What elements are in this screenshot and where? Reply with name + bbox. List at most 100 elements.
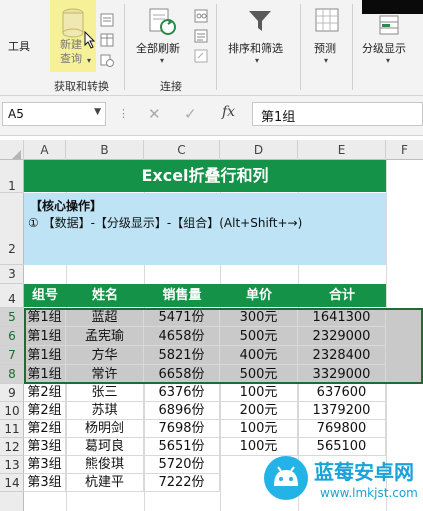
connections-icon[interactable] <box>194 8 208 27</box>
name-box-dropdown-icon[interactable]: ▼ <box>94 107 101 117</box>
row-header-14[interactable]: 14 <box>0 474 24 492</box>
column-header-d[interactable]: D <box>220 140 298 160</box>
table-cell[interactable]: 第2组 <box>24 402 66 420</box>
row-header-2[interactable]: 2 <box>0 193 24 265</box>
group-get-transform-label: 获取和转换 <box>54 80 109 93</box>
recent-sources-icon[interactable] <box>100 12 114 31</box>
row-header-10[interactable]: 10 <box>0 402 24 420</box>
table-cell[interactable]: 杨明剑 <box>66 420 144 438</box>
title-bar-fragment <box>362 0 423 14</box>
instruction-body[interactable]: ① 【数据】-【分级显示】-【组合】(Alt+Shift+→) <box>28 214 302 231</box>
column-header-c[interactable]: C <box>144 140 220 160</box>
enter-icon[interactable]: ✓ <box>184 105 197 123</box>
table-cell[interactable]: 6896份 <box>144 402 220 420</box>
formula-input[interactable]: 第1组 <box>252 102 423 126</box>
sort-filter-button[interactable]: 排序和筛选 <box>228 40 283 56</box>
refresh-all-icon <box>147 6 177 40</box>
forecast-button[interactable]: 预测 <box>314 40 336 56</box>
table-header-cell[interactable]: 组号 <box>24 284 66 307</box>
row-header-7[interactable]: 7 <box>0 346 24 365</box>
group-separator <box>300 4 301 90</box>
table-header-cell[interactable]: 单价 <box>220 284 298 307</box>
new-query-button[interactable]: 新建 查询 <box>60 38 82 66</box>
row-header-13[interactable]: 13 <box>0 456 24 474</box>
column-header-e[interactable]: E <box>298 140 386 160</box>
table-cell[interactable]: 5720份 <box>144 456 220 474</box>
row-header-8[interactable]: 8 <box>0 365 24 384</box>
table-cell[interactable]: 葛珂良 <box>66 438 144 456</box>
table-cell[interactable]: 杭建平 <box>66 474 144 492</box>
insert-function-icon[interactable]: fx <box>222 104 235 120</box>
selection-border <box>24 308 423 384</box>
cancel-icon[interactable]: ✕ <box>148 105 161 123</box>
edit-links-icon[interactable] <box>194 48 208 67</box>
table-cell[interactable]: 苏琪 <box>66 402 144 420</box>
watermark: 蓝莓安卓网 www.lmkjst.com <box>258 452 423 511</box>
table-cell[interactable]: 100元 <box>220 420 298 438</box>
table-cell[interactable]: 第3组 <box>24 438 66 456</box>
table-cell[interactable]: 第3组 <box>24 474 66 492</box>
table-cell[interactable]: 637600 <box>298 384 386 402</box>
sheet-title[interactable]: Excel折叠行和列 <box>24 160 386 192</box>
group-separator <box>352 4 353 90</box>
filter-icon <box>247 8 273 38</box>
refresh-all-button[interactable]: 全部刷新 <box>136 40 180 56</box>
row-header-9[interactable]: 9 <box>0 384 24 402</box>
outline-icon <box>378 14 400 40</box>
table-cell[interactable]: 张三 <box>66 384 144 402</box>
table-header-cell[interactable]: 合计 <box>298 284 386 307</box>
refresh-dropdown-icon[interactable]: ▾ <box>160 56 164 65</box>
forecast-dropdown-icon[interactable]: ▾ <box>324 56 328 65</box>
table-cell[interactable]: 7222份 <box>144 474 220 492</box>
row-header-11[interactable]: 11 <box>0 420 24 438</box>
row-header-4[interactable]: 4 <box>0 284 24 308</box>
new-query-icon <box>60 8 86 42</box>
forecast-icon <box>313 6 341 38</box>
watermark-logo-icon <box>264 456 308 500</box>
row-header-1[interactable]: 1 <box>0 160 24 193</box>
new-query-dropdown-icon[interactable]: ▾ <box>87 56 91 65</box>
table-cell[interactable]: 5651份 <box>144 438 220 456</box>
table-cell[interactable]: 熊俊琪 <box>66 456 144 474</box>
table-cell[interactable]: 200元 <box>220 402 298 420</box>
name-box-value: A5 <box>8 107 24 121</box>
watermark-name: 蓝莓安卓网 <box>314 460 414 484</box>
table-cell[interactable]: 第2组 <box>24 384 66 402</box>
table-header-cell[interactable]: 姓名 <box>66 284 144 307</box>
name-box[interactable]: A5 ▼ <box>2 102 106 126</box>
row-header-6[interactable]: 6 <box>0 327 24 346</box>
table-cell[interactable]: 769800 <box>298 420 386 438</box>
group-separator <box>124 4 125 90</box>
outline-button[interactable]: 分级显示 <box>362 40 406 56</box>
group-connections-label: 连接 <box>160 80 182 93</box>
group-separator <box>216 4 217 90</box>
table-cell[interactable]: 1379200 <box>298 402 386 420</box>
tools-button[interactable]: 工具 <box>8 38 30 54</box>
column-header-b[interactable]: B <box>66 140 144 160</box>
table-cell[interactable]: 100元 <box>220 384 298 402</box>
row-header-5[interactable]: 5 <box>0 308 24 327</box>
sort-filter-dropdown-icon[interactable]: ▾ <box>255 56 259 65</box>
instruction-title[interactable]: 【核心操作】 <box>30 197 102 214</box>
table-icon[interactable] <box>100 32 114 51</box>
select-all-corner[interactable] <box>0 140 24 160</box>
row-header-12[interactable]: 12 <box>0 438 24 456</box>
ribbon: 工具 新建 查询 ▾ 获取和转换 全部刷新 ▾ 连接 排序和筛选 ▾ 预测 ▾ … <box>0 0 423 96</box>
column-header-bar: A B C D E F <box>0 140 423 160</box>
table-cell[interactable]: 第2组 <box>24 420 66 438</box>
column-header-f[interactable]: F <box>386 140 423 160</box>
table-cell[interactable]: 7698份 <box>144 420 220 438</box>
more-options-icon[interactable]: ⋮ <box>118 107 129 120</box>
row-header-bar: 1 2 3 4 5 6 7 8 9 10 11 12 13 14 <box>0 160 24 511</box>
outline-dropdown-icon[interactable]: ▾ <box>386 56 390 65</box>
recent-icon[interactable] <box>100 52 114 71</box>
cursor-icon <box>84 30 96 53</box>
properties-icon[interactable] <box>194 28 208 47</box>
table-cell[interactable]: 6376份 <box>144 384 220 402</box>
column-header-a[interactable]: A <box>24 140 66 160</box>
row-header-3[interactable]: 3 <box>0 265 24 284</box>
watermark-url: www.lmkjst.com <box>320 486 418 500</box>
table-header-cell[interactable]: 销售量 <box>144 284 220 307</box>
table-cell[interactable]: 第3组 <box>24 456 66 474</box>
formula-bar: A5 ▼ ⋮ ✕ ✓ fx 第1组 <box>0 96 423 136</box>
